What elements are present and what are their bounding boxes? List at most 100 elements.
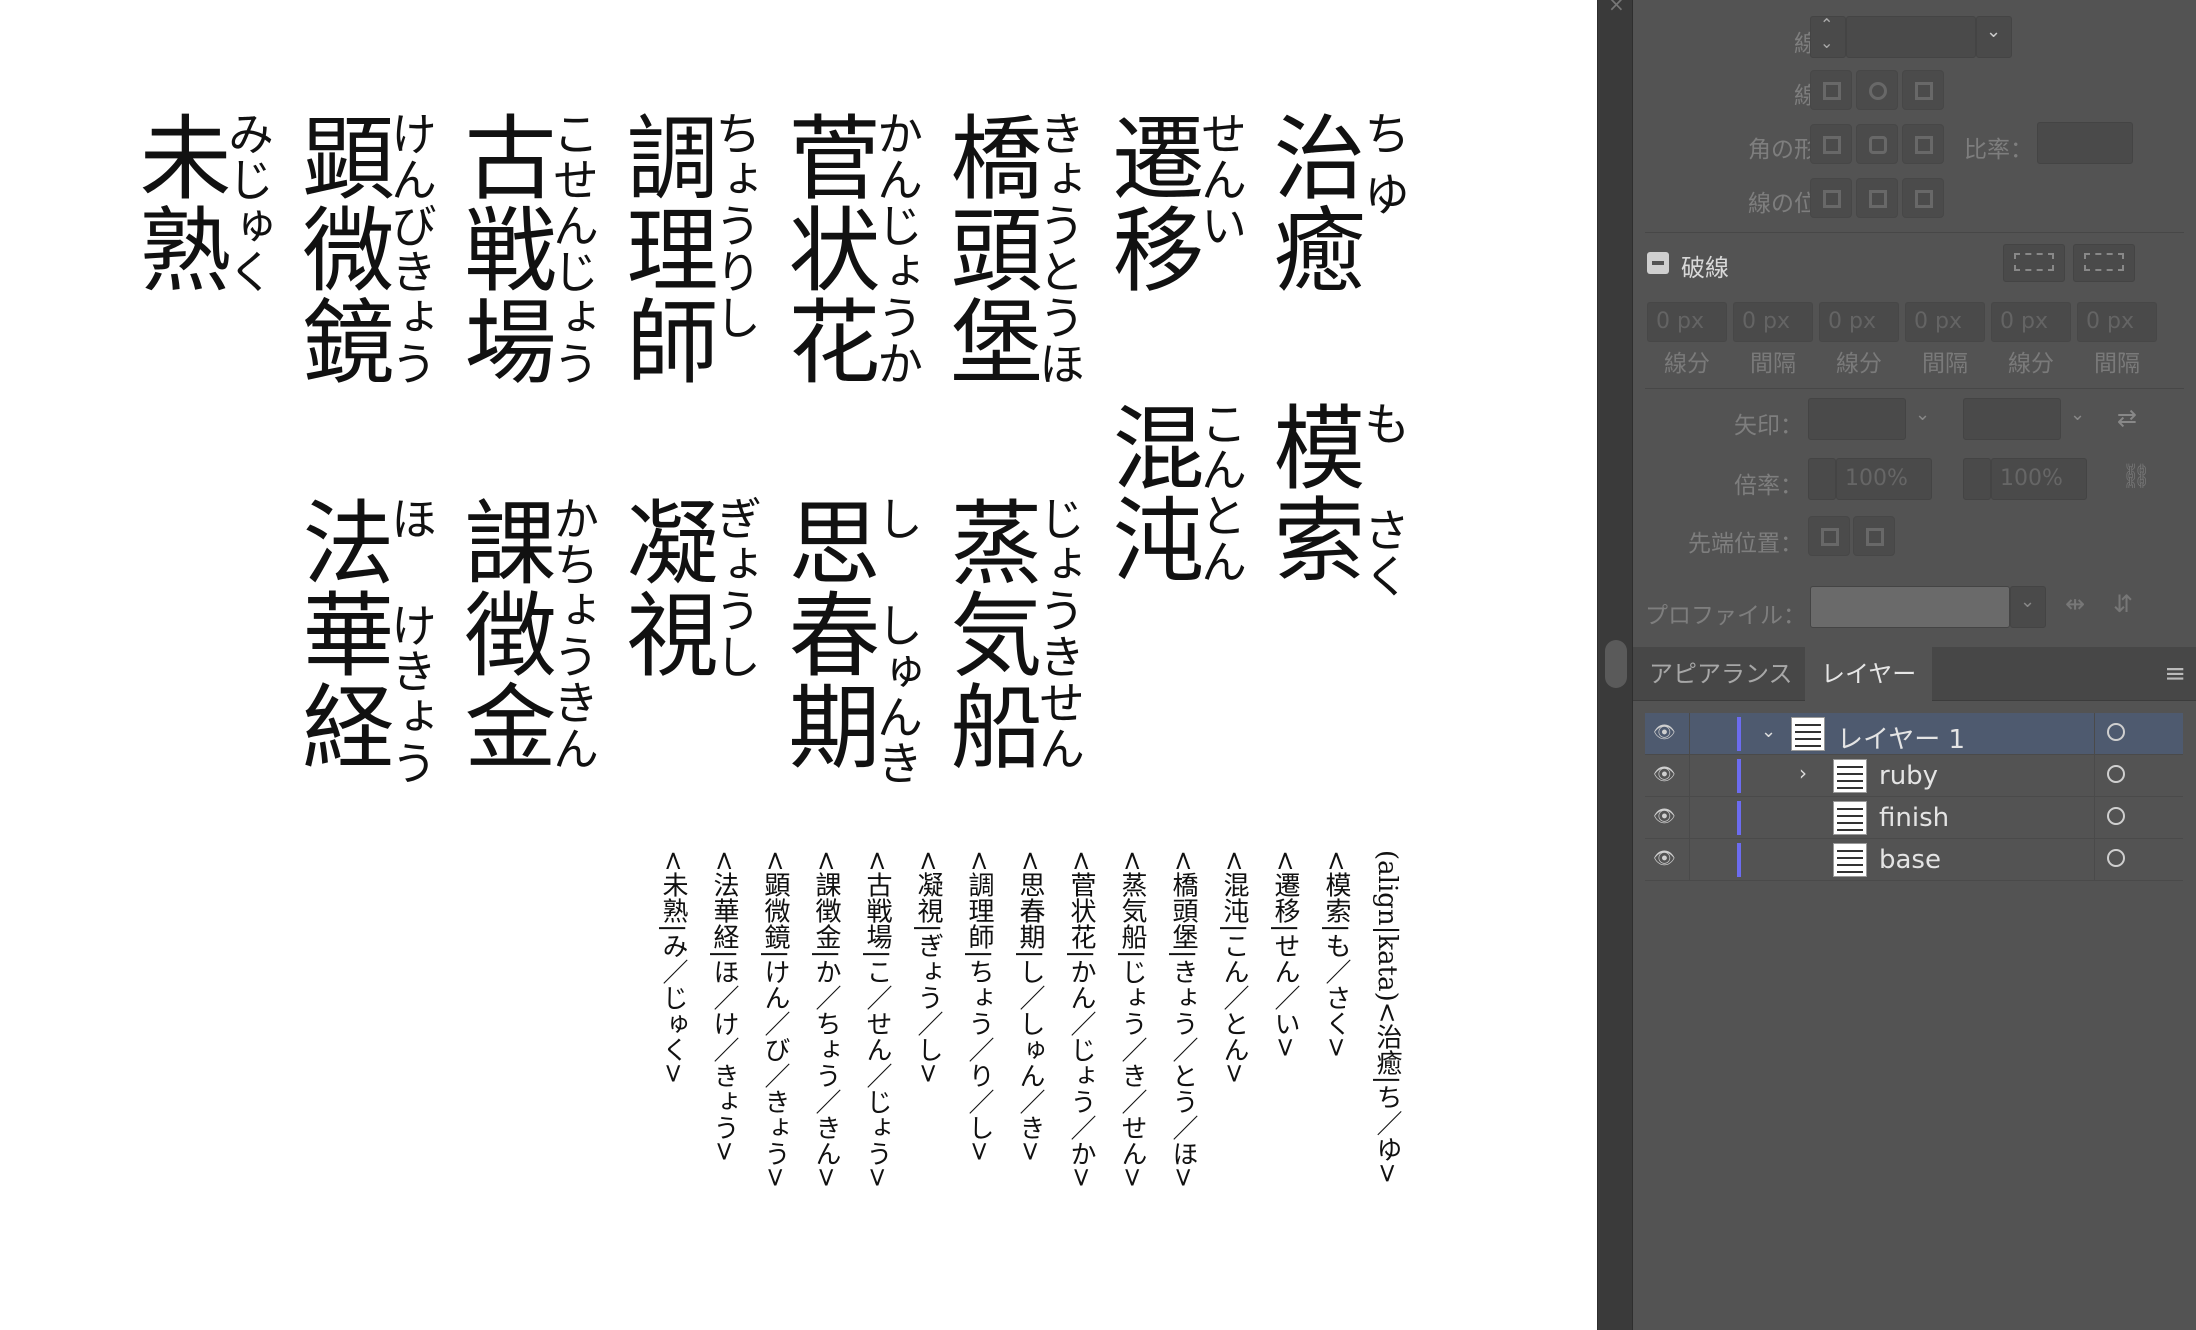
sublayer-name[interactable]: ruby [1879, 761, 1938, 791]
chevron-down-icon[interactable]: ⌄ [1761, 721, 1776, 742]
dash-field[interactable]: 0 px [1819, 302, 1899, 342]
profile-select[interactable] [1810, 586, 2010, 628]
dashed-checkbox[interactable] [1647, 252, 1669, 274]
tip-extend-button[interactable] [1808, 516, 1850, 556]
tip-position-label: 先端位置： [1688, 531, 1803, 557]
scale-stepper[interactable] [1808, 458, 1836, 500]
align-dash-button[interactable] [2073, 244, 2135, 282]
word-kanji: 混沌 [1097, 400, 1204, 584]
source-line: <混沌|こん／とん> [1219, 850, 1249, 1085]
layer-row[interactable]: 👁 finish [1645, 797, 2183, 839]
round-join-button[interactable] [1856, 124, 1898, 164]
dash-field[interactable]: 0 px [1647, 302, 1727, 342]
profile-label: プロファイル： [1645, 603, 1806, 629]
scale-stepper[interactable] [1963, 458, 1991, 500]
source-line: <蒸気船|じょう／き／せん> [1117, 850, 1147, 1189]
lock-column[interactable] [1689, 713, 1690, 755]
stepper-down-icon[interactable]: ⌄ [1820, 33, 1833, 52]
dash-corner-icon [2084, 253, 2124, 271]
layer-name[interactable]: レイヤー 1 [1837, 719, 1965, 756]
source-line: <法華経|ほ／け／きょう> [709, 850, 739, 1163]
flip-horizontal-icon[interactable]: ⇹ [2065, 590, 2085, 618]
panel-menu-icon[interactable]: ≡ [2164, 659, 2186, 689]
tip-place-button[interactable] [1853, 516, 1895, 556]
word-ruby: ちょうりし [708, 110, 762, 340]
divider [2094, 755, 2095, 797]
word-ruby: こんとん [1194, 400, 1248, 584]
target-circle-icon[interactable] [2107, 849, 2125, 867]
stroke-width-stepper[interactable]: ⌃ ⌄ [1810, 15, 1846, 58]
tab-appearance[interactable]: アピアランス [1633, 647, 1809, 701]
gap-sublabel: 間隔 [1750, 351, 1796, 377]
properties-panel: 線幅： ⌃ ⌄ ⌄ 線端： 角の形状： 比率： 線の位置： 破線 0 px 0 … [1633, 0, 2196, 1330]
projecting-cap-button[interactable] [1902, 70, 1944, 110]
lock-column[interactable] [1689, 797, 1690, 839]
layer-row[interactable]: 👁 › ruby [1645, 755, 2183, 797]
preserve-dash-button[interactable] [2003, 244, 2065, 282]
visibility-eye-icon[interactable]: 👁 [1653, 764, 1679, 788]
visibility-eye-icon[interactable]: 👁 [1653, 806, 1679, 830]
lock-column[interactable] [1689, 839, 1690, 881]
align-outside-button[interactable] [1902, 178, 1944, 218]
gap-field[interactable]: 0 px [1905, 302, 1985, 342]
word-kanji: 凝視 [611, 495, 718, 679]
close-icon[interactable]: × [1608, 0, 1625, 16]
start-arrow-select[interactable] [1808, 398, 1906, 440]
sublayer-name[interactable]: finish [1879, 803, 1949, 833]
sublayer-name[interactable]: base [1879, 845, 1941, 875]
layer-row[interactable]: 👁 base [1645, 839, 2183, 881]
dash-sublabel: 線分 [1664, 351, 1710, 377]
profile-dropdown[interactable]: ⌄ [2010, 586, 2046, 628]
layer-row[interactable]: 👁 ⌄ レイヤー 1 [1645, 713, 2183, 755]
source-line: <思春期|し／しゅん／き> [1015, 850, 1045, 1163]
swap-arrows-icon[interactable]: ⇄ [2117, 404, 2137, 432]
start-scale-input[interactable]: 100% [1836, 458, 1932, 500]
end-scale-input[interactable]: 100% [1991, 458, 2087, 500]
artboard[interactable]: 治癒 ち ゆ 遷移 せんい 橋頭堡 きょうとうほ 菅状花 かんじょうか 調理師 … [0, 0, 1597, 1330]
sublayer-thumbnail [1833, 843, 1867, 877]
word-ruby: じょうきせん [1032, 495, 1086, 771]
word-ruby: かちょうきん [546, 495, 600, 771]
target-circle-icon[interactable] [2107, 765, 2125, 783]
gap-field[interactable]: 0 px [1733, 302, 1813, 342]
stroke-width-dropdown[interactable]: ⌄ [1976, 16, 2012, 58]
target-circle-icon[interactable] [2107, 723, 2125, 741]
source-line: <顕微鏡|けん／び／きょう> [760, 850, 790, 1189]
source-line: <古戦場|こ／せん／じょう> [862, 850, 892, 1189]
word-kanji: 蒸気船 [935, 495, 1042, 771]
word-ruby: みじゅく [221, 110, 275, 294]
gap-sublabel: 間隔 [2094, 351, 2140, 377]
miter-limit-input[interactable] [2037, 122, 2133, 164]
dash-sublabel: 線分 [2008, 351, 2054, 377]
source-line: <橋頭堡|きょう／とう／ほ> [1168, 850, 1198, 1189]
lock-column[interactable] [1689, 755, 1690, 797]
link-scale-icon[interactable]: ⛓ [2121, 462, 2151, 490]
target-circle-icon[interactable] [2107, 807, 2125, 825]
word-kanji: 思春期 [773, 495, 880, 771]
word-kanji: 菅状花 [773, 110, 880, 386]
bevel-join-button[interactable] [1902, 124, 1944, 164]
word-kanji: 顕微鏡 [287, 110, 394, 386]
dash-field[interactable]: 0 px [1991, 302, 2071, 342]
round-cap-button[interactable] [1856, 70, 1898, 110]
align-inside-button[interactable] [1856, 178, 1898, 218]
word-ruby: ぎょうし [708, 495, 762, 679]
end-arrow-select[interactable] [1963, 398, 2061, 440]
visibility-eye-icon[interactable]: 👁 [1653, 722, 1679, 746]
chevron-down-icon[interactable]: ⌄ [1915, 404, 1930, 425]
scroll-grip[interactable] [1605, 640, 1627, 688]
chevron-right-icon[interactable]: › [1799, 761, 1807, 785]
butt-cap-button[interactable] [1810, 70, 1852, 110]
divider [2094, 797, 2095, 839]
flip-vertical-icon[interactable]: ⇵ [2113, 590, 2133, 618]
stroke-width-input[interactable] [1846, 16, 1976, 58]
gap-field[interactable]: 0 px [2077, 302, 2157, 342]
tab-layers[interactable]: レイヤー [1805, 647, 1933, 701]
word-ruby: も さく [1357, 400, 1411, 599]
visibility-eye-icon[interactable]: 👁 [1653, 848, 1679, 872]
source-line: <調理師|ちょう／り／し> [964, 850, 994, 1163]
align-center-button[interactable] [1810, 178, 1852, 218]
stepper-up-icon[interactable]: ⌃ [1820, 15, 1833, 34]
miter-join-button[interactable] [1810, 124, 1852, 164]
chevron-down-icon[interactable]: ⌄ [2070, 404, 2085, 425]
